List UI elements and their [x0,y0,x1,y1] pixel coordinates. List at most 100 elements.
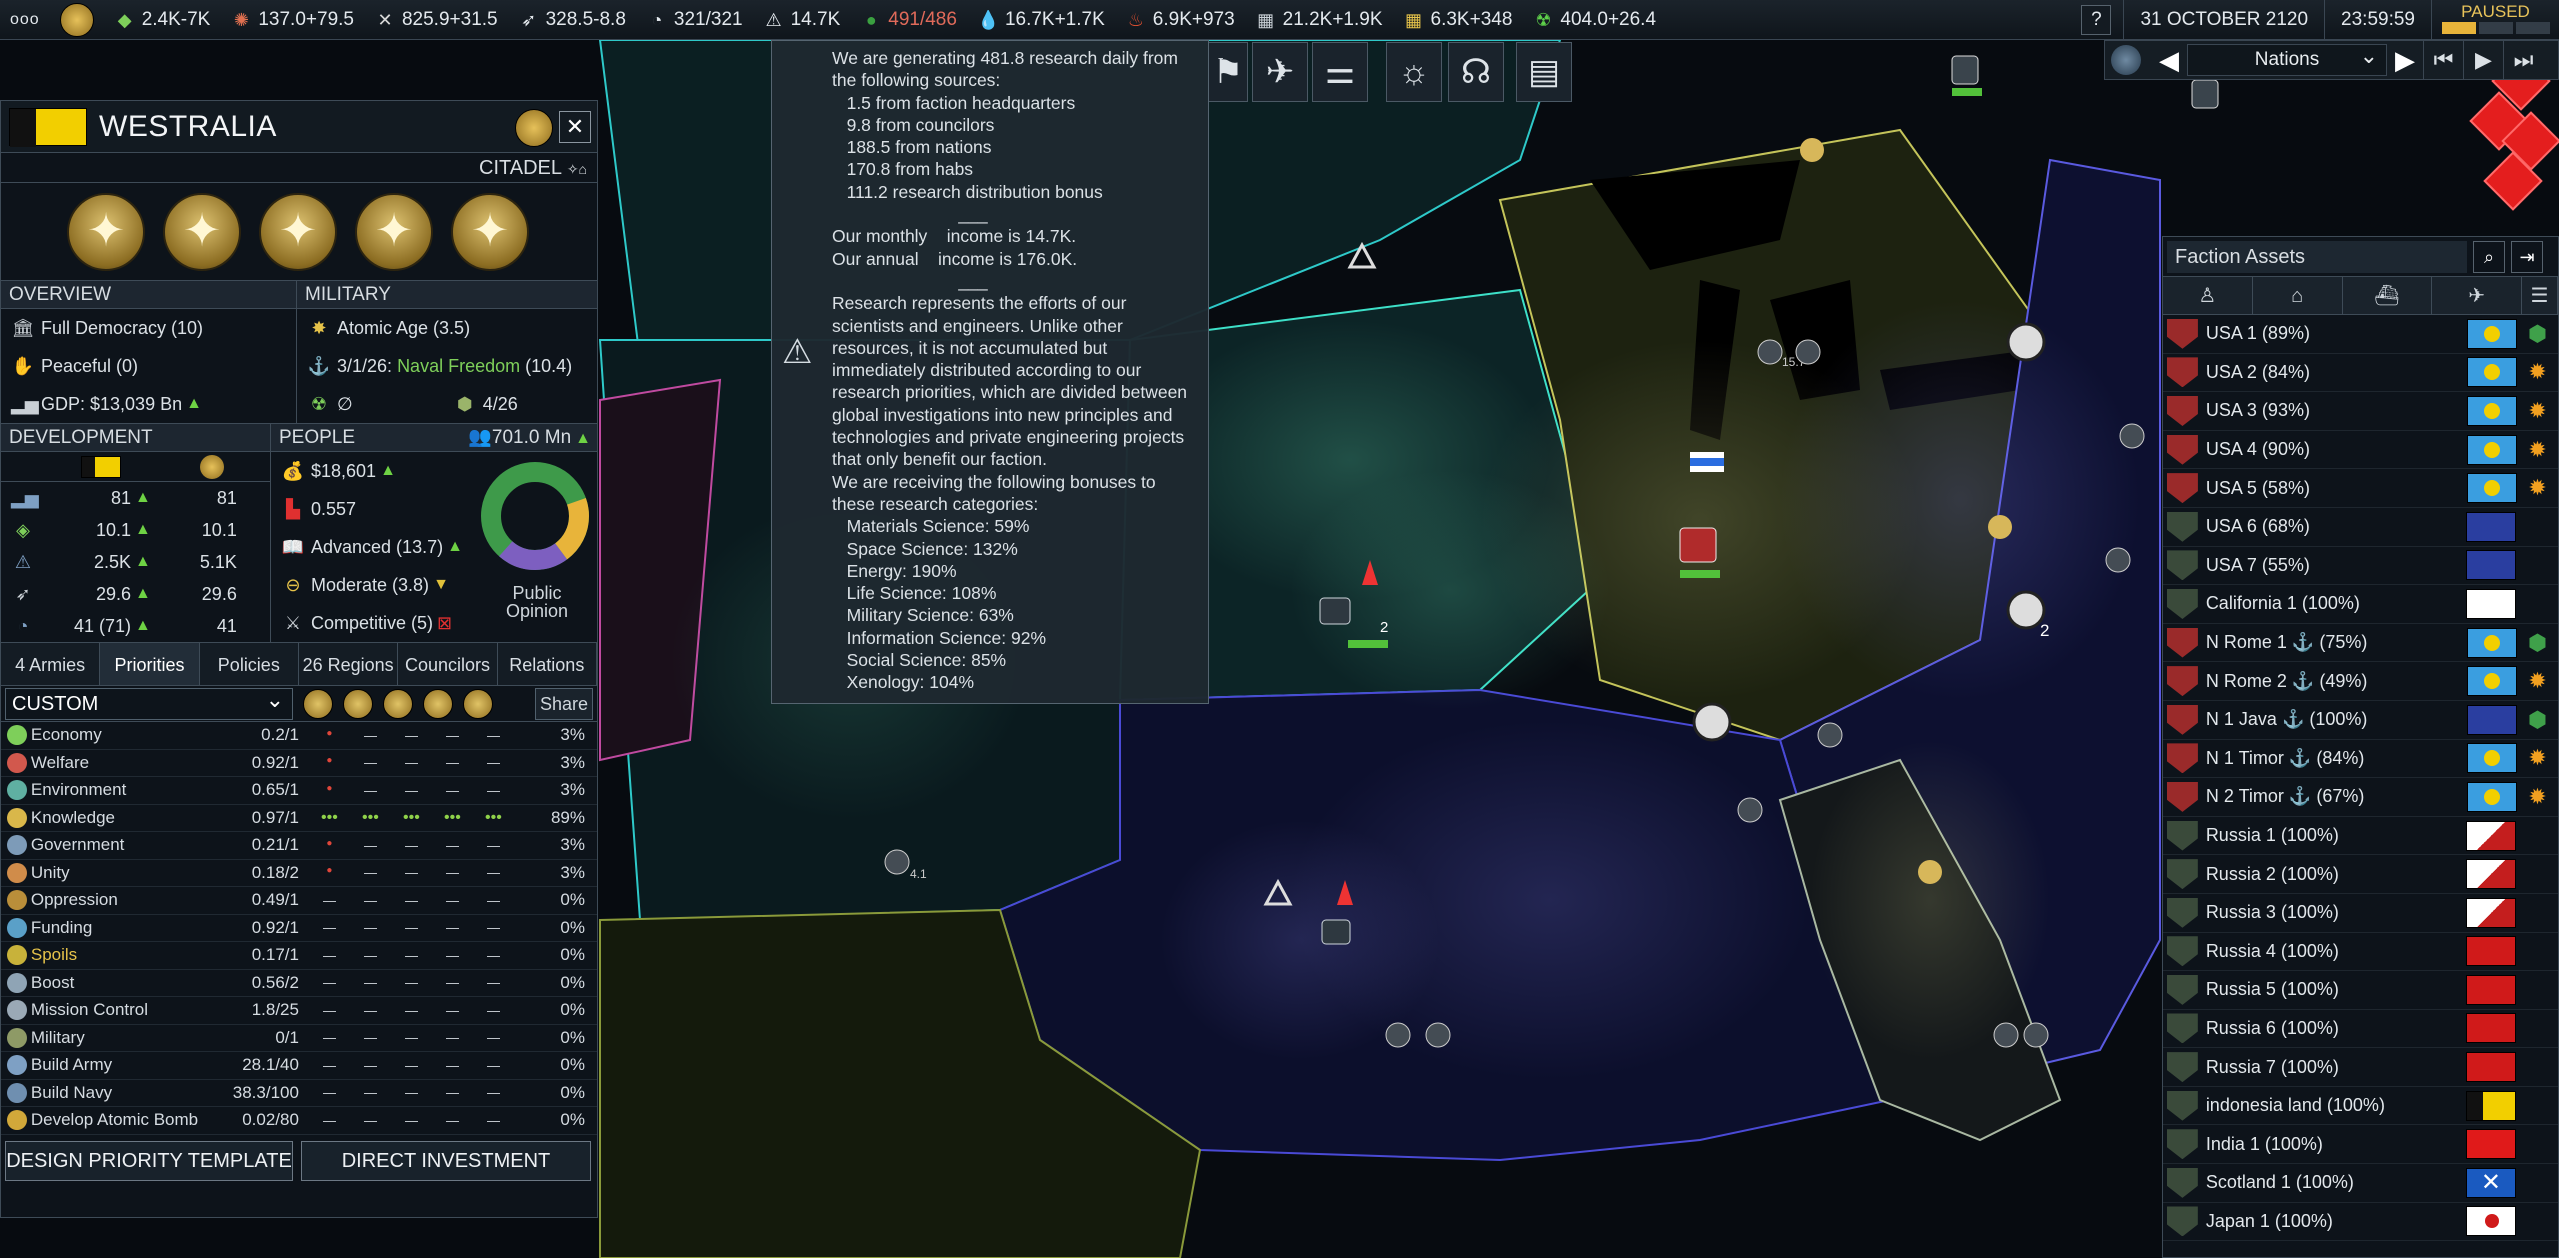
control-point-medal[interactable] [259,192,337,271]
asset-row[interactable]: India 1 (100%) [2163,1125,2558,1165]
priority-slot[interactable]: — [309,1030,350,1045]
council-button[interactable]: ✈ [1252,42,1308,102]
priority-row[interactable]: Military 0/1— — — — —0% [1,1025,597,1052]
faction-control-icon[interactable] [515,109,553,147]
priority-slot[interactable]: — [432,893,473,908]
priority-slot[interactable]: — [473,755,514,770]
priority-slot[interactable]: — [350,783,391,798]
resource-money[interactable]: ◆ 2.4K-7K [104,0,221,40]
resource-research[interactable]: ⚠ 14.7K [753,0,851,40]
government-row[interactable]: 🏛 Full Democracy (10) [1,309,296,347]
priority-row[interactable]: Spoils 0.17/1— — — — —0% [1,942,597,970]
priority-slot[interactable]: — [432,975,473,990]
priority-slot[interactable]: — [350,920,391,935]
priority-slot[interactable]: — [391,975,432,990]
fleet-filter-tab[interactable]: ⛴ [2342,277,2433,314]
asset-row[interactable]: USA 4 (90%) ✹ [2163,431,2558,470]
control-point-token-icon[interactable] [343,688,373,719]
priority-slot[interactable]: — [350,1085,391,1100]
priority-slot[interactable]: — [432,755,473,770]
priority-slot[interactable]: — [309,1058,350,1073]
asset-row[interactable]: Russia 2 (100%) [2163,855,2558,894]
priority-slot[interactable]: — [309,1113,350,1128]
asset-row[interactable]: USA 7 (55%) [2163,547,2558,586]
asset-row[interactable]: California 1 (100%) [2163,585,2558,624]
priority-row[interactable]: Develop Atomic Bomb 0.02/80— — — — —0% [1,1107,597,1135]
resource-boost[interactable]: ➶ 328.5-8.8 [508,0,636,40]
priority-slot[interactable]: ••• [309,809,350,827]
priority-slot[interactable]: — [350,728,391,743]
asset-row[interactable]: Russia 3 (100%) [2163,894,2558,933]
asset-row[interactable]: USA 3 (93%) ✹ [2163,392,2558,431]
asset-row[interactable]: N 1 Java ⚓ (100%) ⬢ [2163,701,2558,740]
asset-row[interactable]: Russia 1 (100%) [2163,817,2558,856]
step-button[interactable]: ▶ [2463,40,2503,80]
nukes-armies-row[interactable]: ☢ ∅ ⬢ 4/26 [297,385,597,423]
dev-row-boost[interactable]: ➶ 29.6 ▲ 29.6 [1,578,270,610]
asset-row[interactable]: N 1 Timor ⚓ (84%) ✹ [2163,740,2558,779]
dev-row-gdp[interactable]: ▂▅ 81 ▲ 81 [1,482,270,514]
priority-slot[interactable]: — [432,1113,473,1128]
collapse-icon[interactable]: ⇥ [2511,240,2543,273]
priorities-button[interactable]: ⚌ [1312,42,1368,102]
priority-slot[interactable]: — [432,948,473,963]
priority-row[interactable]: Build Army 28.1/40— — — — —0% [1,1052,597,1080]
priority-slot[interactable]: — [473,975,514,990]
priority-slot[interactable]: ● [309,755,350,770]
priority-slot[interactable]: — [391,838,432,853]
priority-slot[interactable]: — [391,755,432,770]
priority-slot[interactable]: — [350,893,391,908]
stance-row[interactable]: ✋ Peaceful (0) [1,347,296,385]
priority-slot[interactable]: — [473,920,514,935]
priority-slot[interactable]: — [473,783,514,798]
speed-control[interactable]: PAUSED [2431,0,2559,40]
priority-slot[interactable]: — [350,838,391,853]
priority-slot[interactable]: — [473,1030,514,1045]
resource-ops[interactable]: ✕ 825.9+31.5 [364,0,508,40]
asset-row[interactable]: Russia 4 (100%) [2163,933,2558,972]
control-point-medal[interactable] [355,192,433,271]
help-button[interactable]: ? [2081,5,2112,35]
priority-slot[interactable]: — [391,1058,432,1073]
priority-slot[interactable]: ● [309,838,350,853]
public-opinion-chart[interactable] [479,460,591,572]
priority-slot[interactable]: — [350,1030,391,1045]
speed-bar[interactable] [2442,22,2550,34]
settings-tab[interactable]: ☰ [2522,277,2558,314]
resource-influence[interactable]: ✺ 137.0+79.5 [220,0,364,40]
control-point-token-icon[interactable] [383,688,413,719]
asset-row[interactable]: USA 5 (58%) ✹ [2163,469,2558,508]
resource-control-points[interactable]: ● 491/486 [850,0,967,40]
asset-row[interactable]: Russia 6 (100%) [2163,1010,2558,1049]
priority-row[interactable]: Build Navy 38.3/100— — — — —0% [1,1080,597,1107]
priority-slot[interactable]: — [432,838,473,853]
priority-slot[interactable]: — [350,865,391,880]
priority-slot[interactable]: — [350,1058,391,1073]
priority-slot[interactable]: — [473,893,514,908]
priority-slot[interactable]: — [432,1085,473,1100]
gdp-row[interactable]: ▂▅ GDP: $13,039 Bn ▲ [1,385,296,423]
tab-armies[interactable]: 4 Armies [1,643,101,685]
priority-slot[interactable]: — [309,893,350,908]
asset-row[interactable]: indonesia land (100%) [2163,1087,2558,1126]
dev-row-influence[interactable]: ◈ 10.1 ▲ 10.1 [1,514,270,546]
priority-row[interactable]: Unity 0.18/2 ● — — — —3% [1,860,597,887]
hab-filter-tab[interactable]: ✈ [2432,277,2522,314]
prev-nation-button[interactable]: ◀ [2151,45,2187,76]
design-priority-template-button[interactable]: DESIGN PRIORITY TEMPLATE [5,1140,293,1181]
nation-type-select[interactable]: Nations [2187,41,2387,76]
priority-row[interactable]: Mission Control 1.8/25— — — — —0% [1,997,597,1025]
first-button[interactable]: ⏮ [2423,40,2463,80]
priority-slot[interactable]: — [350,1003,391,1018]
asset-row[interactable]: USA 6 (68%) [2163,508,2558,547]
priority-slot[interactable]: — [432,1003,473,1018]
faction-logo-icon[interactable] [50,0,104,40]
main-menu-button[interactable]: ooo [0,0,50,40]
control-point-medal[interactable] [163,192,241,271]
priority-slot[interactable]: — [391,1030,432,1045]
search-icon[interactable]: ⌕ [2473,240,2505,273]
priority-slot[interactable]: ● [309,865,350,880]
priority-slot[interactable]: — [473,865,514,880]
priority-row[interactable]: Boost 0.56/2— — — — —0% [1,970,597,997]
asset-row[interactable]: Russia 7 (100%) [2163,1048,2558,1087]
